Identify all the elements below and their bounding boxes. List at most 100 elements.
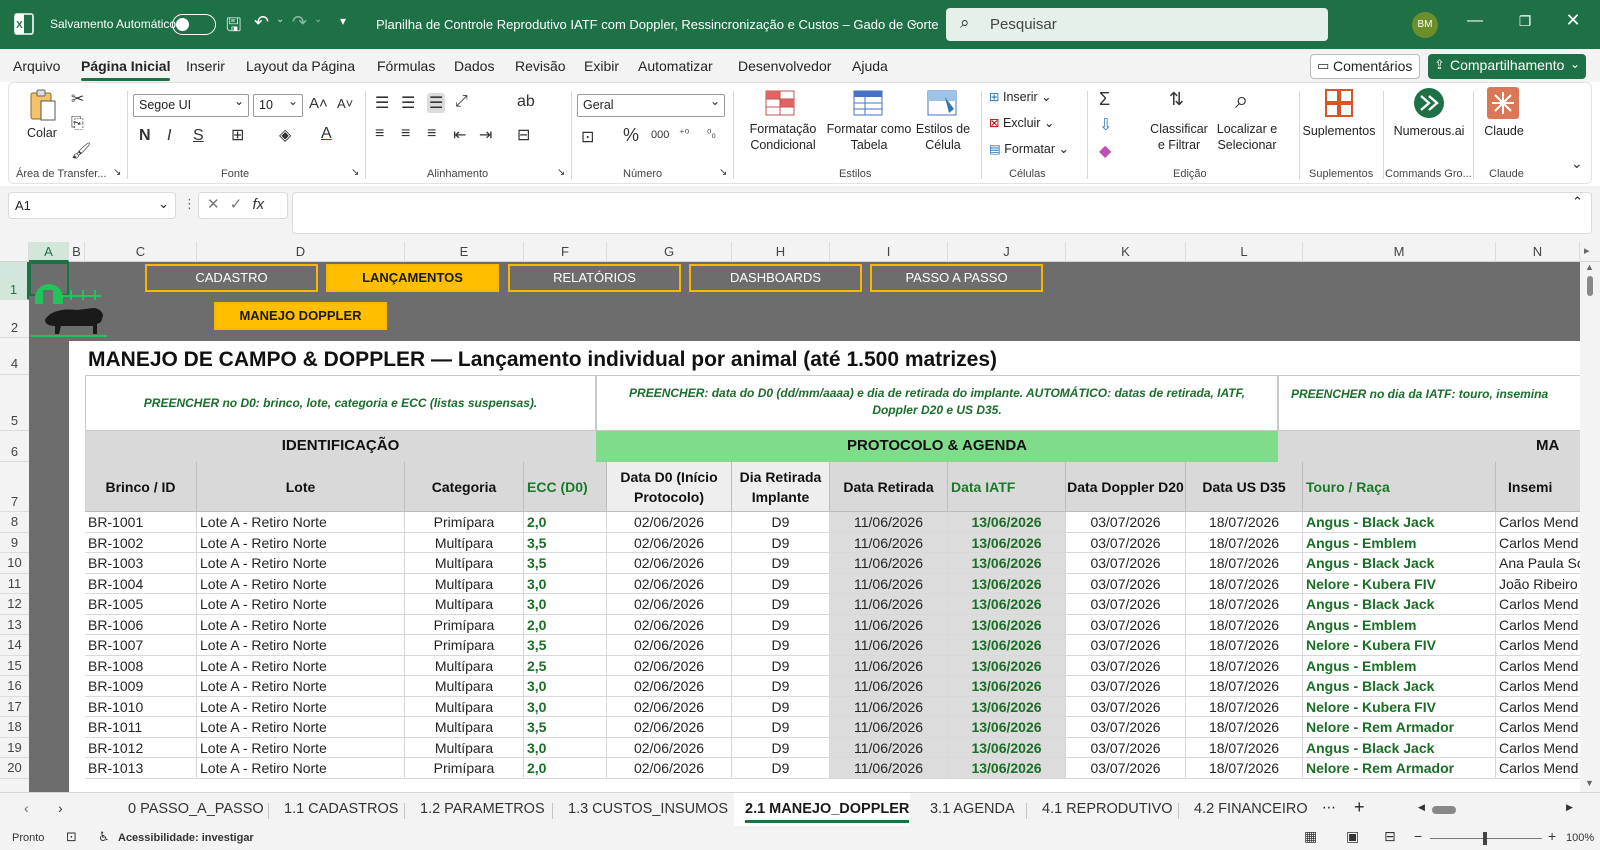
nav-lancamentos-button[interactable]: LANÇAMENTOS [326, 264, 499, 292]
row-header[interactable]: 2 [0, 300, 29, 338]
cell-data-d0[interactable]: 02/06/2026 [607, 758, 732, 779]
cell-data-retirada[interactable]: 11/06/2026 [830, 655, 948, 676]
cell-inseminador[interactable]: Carlos Mend [1496, 594, 1580, 615]
cell-lote[interactable]: Lote A - Retiro Norte [197, 532, 405, 553]
sheet-tab-reprodutivo[interactable]: 4.1 REPRODUTIVO [1042, 801, 1173, 817]
cell-styles-icon[interactable] [927, 89, 957, 122]
cell-brinco[interactable]: BR-1001 [85, 512, 197, 533]
cell-data-doppler[interactable]: 03/07/2026 [1066, 717, 1186, 738]
cut-icon[interactable]: ✂ [71, 89, 84, 109]
row-header[interactable]: 9 [0, 533, 29, 553]
cell-lote[interactable]: Lote A - Retiro Norte [197, 758, 405, 779]
cell-data-iatf[interactable]: 13/06/2026 [948, 614, 1066, 635]
cell-data-us[interactable]: 18/07/2026 [1186, 532, 1303, 553]
cell-inseminador[interactable]: Carlos Mend [1496, 697, 1580, 717]
col-header-b[interactable]: B [69, 242, 85, 262]
close-icon[interactable]: ✕ [1558, 10, 1588, 31]
name-box[interactable]: A1 ⌄ [8, 192, 176, 219]
cell-data-doppler[interactable]: 03/07/2026 [1066, 512, 1186, 533]
cell-lote[interactable]: Lote A - Retiro Norte [197, 676, 405, 697]
tab-pagina-inicial[interactable]: Página Inicial [81, 58, 171, 81]
cell-ecc[interactable]: 3,0 [524, 594, 607, 615]
nav-passo-a-passo-button[interactable]: PASSO A PASSO [870, 264, 1043, 292]
find-select-button[interactable]: Localizar e Selecionar [1207, 121, 1287, 153]
claude-button[interactable]: Claude [1479, 123, 1529, 139]
page-break-icon[interactable]: ⊟ [1384, 828, 1396, 845]
tab-layout[interactable]: Layout da Página [246, 58, 355, 74]
sheet-tab-custos-insumos[interactable]: 1.3 CUSTOS_INSUMOS [568, 801, 728, 817]
sort-filter-button[interactable]: Classificar e Filtrar [1149, 121, 1209, 153]
vertical-scrollbar[interactable]: ▲ ▼ [1580, 262, 1600, 792]
col-header-l[interactable]: L [1186, 242, 1303, 262]
clear-icon[interactable]: ◆ [1099, 141, 1111, 161]
manejo-doppler-button[interactable]: MANEJO DOPPLER [214, 302, 387, 330]
share-chevron-icon[interactable]: ⌄ [1570, 57, 1580, 71]
cell-ecc[interactable]: 3,0 [524, 737, 607, 758]
cell-categoria[interactable]: Multípara [405, 594, 524, 615]
cell-dia-retirada[interactable]: D9 [732, 553, 830, 574]
cell-brinco[interactable]: BR-1006 [85, 614, 197, 635]
prev-sheet-icon[interactable]: ‹ [24, 800, 29, 816]
cell-data-doppler[interactable]: 03/07/2026 [1066, 635, 1186, 656]
cell-lote[interactable]: Lote A - Retiro Norte [197, 512, 405, 533]
cell-dia-retirada[interactable]: D9 [732, 758, 830, 779]
row-header[interactable]: 14 [0, 635, 29, 656]
cell-lote[interactable]: Lote A - Retiro Norte [197, 573, 405, 594]
autosum-icon[interactable]: Σ [1099, 89, 1110, 110]
sheet-tab-agenda[interactable]: 3.1 AGENDA [930, 801, 1015, 817]
nav-relatorios-button[interactable]: RELATÓRIOS [508, 264, 681, 292]
cell-dia-retirada[interactable]: D9 [732, 512, 830, 533]
cell-data-us[interactable]: 18/07/2026 [1186, 737, 1303, 758]
increase-indent-icon[interactable]: ⇥ [479, 125, 492, 145]
cell-data-d0[interactable]: 02/06/2026 [607, 532, 732, 553]
cell-categoria[interactable]: Multípara [405, 532, 524, 553]
cell-data-iatf[interactable]: 13/06/2026 [948, 553, 1066, 574]
orientation-icon[interactable]: ⤢ [455, 93, 468, 111]
decrease-decimal-icon[interactable]: ⁰₀ [707, 127, 716, 140]
col-header-k[interactable]: K [1066, 242, 1186, 262]
wrap-text-icon[interactable]: ab [517, 93, 535, 111]
find-select-icon[interactable]: ⌕ [1235, 87, 1248, 115]
cell-categoria[interactable]: Primípara [405, 512, 524, 533]
cell-dia-retirada[interactable]: D9 [732, 717, 830, 738]
cell-data-d0[interactable]: 02/06/2026 [607, 635, 732, 656]
cell-categoria[interactable]: Multípara [405, 553, 524, 574]
cell-brinco[interactable]: BR-1004 [85, 573, 197, 594]
paste-icon[interactable] [27, 89, 59, 123]
cell-touro[interactable]: Nelore - Kubera FIV [1303, 696, 1496, 717]
cell-categoria[interactable]: Primípara [405, 758, 524, 779]
cell-data-d0[interactable]: 02/06/2026 [607, 614, 732, 635]
col-header-g[interactable]: G [607, 242, 732, 262]
col-header-e[interactable]: E [405, 242, 524, 262]
nav-dashboards-button[interactable]: DASHBOARDS [689, 264, 862, 292]
format-as-table-button[interactable]: Formatar como Tabela [823, 121, 915, 153]
borders-icon[interactable]: ⊞ [231, 125, 244, 145]
cell-brinco[interactable]: BR-1003 [85, 553, 197, 574]
numerous-button[interactable]: Numerous.ai [1389, 123, 1469, 139]
document-title[interactable]: Planilha de Controle Reprodutivo IATF co… [376, 17, 939, 32]
cell-data-d0[interactable]: 02/06/2026 [607, 737, 732, 758]
insert-function-icon[interactable]: fx [253, 196, 265, 213]
col-header-c[interactable]: C [85, 242, 197, 262]
row-header[interactable]: 16 [0, 676, 29, 697]
cell-data-d0[interactable]: 02/06/2026 [607, 676, 732, 697]
horizontal-scrollbar-thumb[interactable] [1432, 806, 1456, 814]
cell-inseminador[interactable]: Carlos Mend [1496, 635, 1580, 656]
addins-icon[interactable] [1325, 89, 1353, 122]
cell-data-iatf[interactable]: 13/06/2026 [948, 696, 1066, 717]
cell-data-us[interactable]: 18/07/2026 [1186, 614, 1303, 635]
cell-styles-button[interactable]: Estilos de Célula [913, 121, 973, 153]
cell-inseminador[interactable]: Carlos Mend [1496, 656, 1580, 676]
format-as-table-icon[interactable] [853, 89, 883, 122]
cell-lote[interactable]: Lote A - Retiro Norte [197, 553, 405, 574]
cell-data-iatf[interactable]: 13/06/2026 [948, 532, 1066, 553]
cell-categoria[interactable]: Primípara [405, 635, 524, 656]
cell-touro[interactable]: Angus - Black Jack [1303, 512, 1496, 533]
cell-brinco[interactable]: BR-1010 [85, 696, 197, 717]
font-color-icon[interactable]: A [321, 125, 332, 143]
numerous-icon[interactable] [1413, 87, 1445, 124]
cell-lote[interactable]: Lote A - Retiro Norte [197, 655, 405, 676]
tab-arquivo[interactable]: Arquivo [13, 58, 60, 74]
cell-data-us[interactable]: 18/07/2026 [1186, 676, 1303, 697]
col-header-h[interactable]: H [732, 242, 830, 262]
